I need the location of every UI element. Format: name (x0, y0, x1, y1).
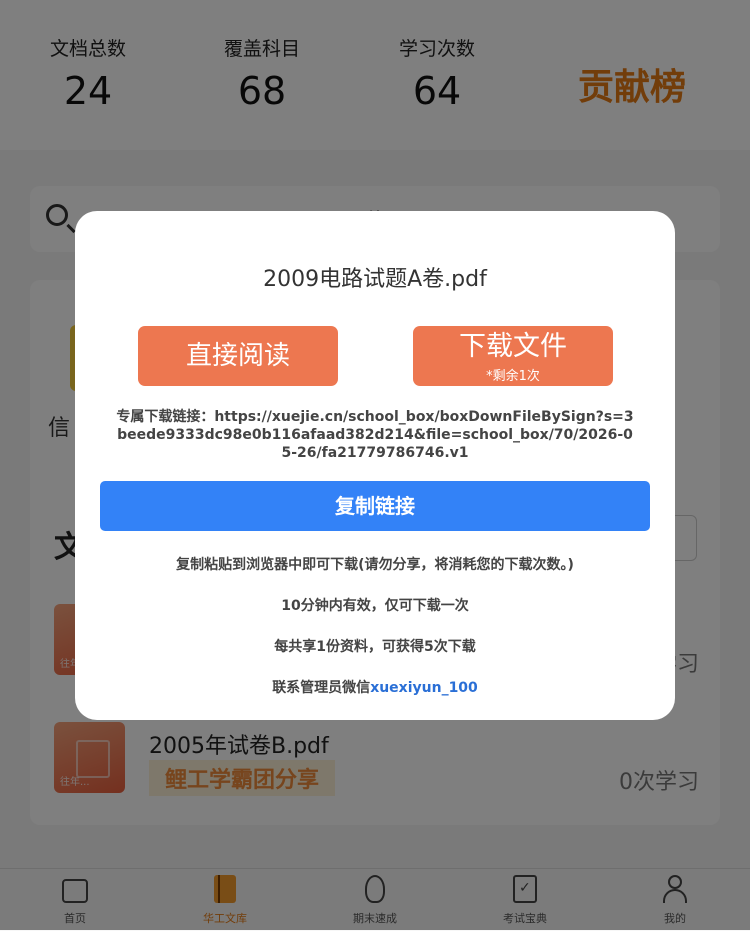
download-link: 专属下载链接：https://xuejie.cn/school_box/boxD… (115, 408, 635, 462)
note-contact: 联系管理员微信xuexiyun_100 (75, 677, 675, 697)
modal-title: 2009电路试题A卷.pdf (263, 267, 487, 292)
read-button-label: 直接阅读 (185, 341, 290, 371)
download-button-label: 下载文件 (459, 331, 567, 362)
wechat-id[interactable]: xuexiyun_100 (370, 680, 478, 696)
note-copy-paste: 复制粘贴到浏览器中即可下载(请勿分享，将消耗您的下载次数。) (176, 557, 574, 573)
download-file-button[interactable]: 下载文件 *剩余1次 (413, 326, 613, 386)
copy-link-button[interactable]: 复制链接 (100, 481, 650, 531)
note-validity: 10分钟内有效，仅可下载一次 (281, 598, 469, 614)
note-share-reward: 每共享1份资料，可获得5次下载 (274, 639, 476, 655)
link-label: 专属下载链接： (116, 409, 215, 425)
contact-prefix: 联系管理员微信 (272, 680, 371, 696)
read-directly-button[interactable]: 直接阅读 (138, 326, 338, 386)
download-remaining: *剩余1次 (486, 369, 540, 384)
download-modal: 2009电路试题A卷.pdf 直接阅读 下载文件 *剩余1次 专属下载链接：ht… (75, 211, 675, 720)
